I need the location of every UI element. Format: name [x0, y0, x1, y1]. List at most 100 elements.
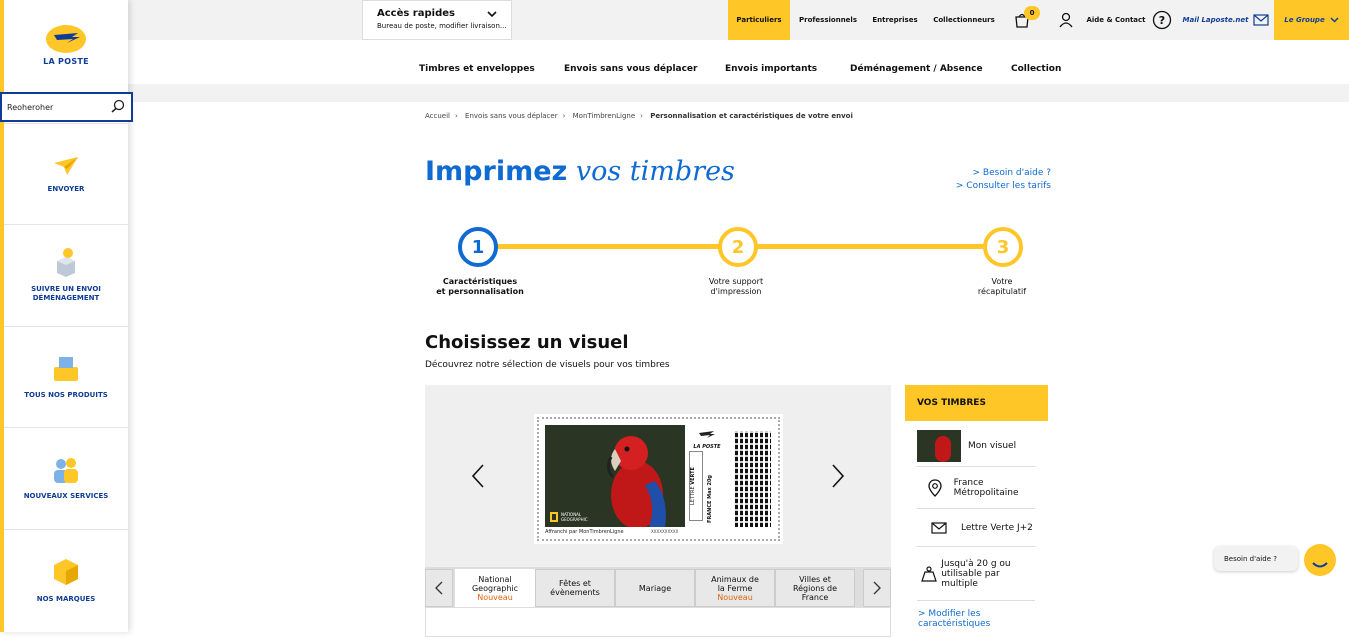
carousel-next-icon[interactable]	[831, 463, 845, 489]
account-button[interactable]	[1052, 0, 1080, 40]
parcel-tracking-icon	[57, 248, 75, 277]
chevron-right-icon	[873, 581, 881, 595]
tabs-prev-button[interactable]	[425, 569, 453, 607]
search-placeholder: Reoheroher	[7, 102, 54, 112]
sidebar-item-marques[interactable]: NOS MARQUES	[4, 529, 128, 630]
main-nav: Timbres et enveloppes Envois sans vous d…	[128, 54, 1349, 84]
parrot-image: NATIONAL GEOGRAPHIC	[545, 425, 685, 529]
tab-villes[interactable]: Villes et Régions de France	[775, 569, 855, 607]
step-2-label: Votre support d'impression	[686, 277, 786, 297]
recap-weight-label: Jusqu'à 20 g ou utilisable par multiple	[941, 558, 1011, 589]
chevron-left-icon	[435, 581, 443, 595]
tab-label: National Geographic	[471, 574, 519, 593]
breadcrumb-envois[interactable]: Envois sans vous déplacer	[465, 112, 558, 120]
recap-panel: VOS TIMBRES Mon visuel France Métropolit…	[905, 385, 1048, 632]
recap-visual-label: Mon visuel	[968, 440, 1017, 451]
help-link[interactable]: > Besoin d'aide ?	[973, 168, 1051, 178]
step-2-line1: Votre support	[708, 277, 764, 286]
stamp-france: FRANCE Max 20g	[707, 475, 713, 523]
nav-envois-importants[interactable]: Envois importants	[725, 64, 817, 74]
carousel-prev-icon[interactable]	[471, 463, 485, 489]
tab-new-badge: Nouveau	[717, 592, 753, 602]
tab-fetes[interactable]: Fêtes et évènements	[535, 569, 615, 607]
category-tabs: National Geographic Nouveau Fêtes et évè…	[425, 567, 891, 607]
group-dropdown[interactable]: Le Groupe	[1274, 0, 1349, 40]
chevron-down-icon	[1330, 17, 1339, 23]
breadcrumb-montimbre[interactable]: MonTimbrenLigne	[573, 112, 636, 120]
recap-service: Lettre Verte J+2	[917, 509, 1035, 547]
page-title-italic: vos timbres	[575, 156, 735, 187]
quick-access-dropdown[interactable]: Accès rapides Bureau de poste, modifier …	[362, 0, 512, 40]
page-title-main: Imprimez	[425, 156, 568, 187]
la-poste-bird-icon	[46, 25, 86, 53]
tab-label: Mariage	[638, 583, 672, 593]
step-3-line2: récapitulatif	[977, 287, 1027, 296]
la-poste-logo[interactable]: LA POSTE	[4, 0, 128, 90]
step-3-line1: Votre	[991, 277, 1013, 286]
section-heading: Choisissez un visuel	[425, 332, 629, 353]
weight-icon	[921, 565, 937, 582]
recap-title: VOS TIMBRES	[905, 385, 1048, 421]
step-1-line2: et personnalisation	[436, 287, 524, 296]
breadcrumb-accueil[interactable]: Accueil	[425, 112, 450, 120]
tab-animaux[interactable]: Animaux de la Ferme Nouveau	[695, 569, 775, 607]
step-3-label: Votre récapitulatif	[952, 277, 1052, 297]
box-icon	[54, 558, 78, 585]
recap-service-label: Lettre Verte J+2	[961, 522, 1033, 533]
smile-icon	[1312, 562, 1328, 568]
step-1-circle: 1	[458, 227, 498, 267]
people-icon	[54, 457, 78, 483]
sidebar-item-services[interactable]: NOUVEAUX SERVICES	[4, 427, 128, 528]
paper-plane-icon	[54, 156, 78, 175]
recap-visual: Mon visuel	[917, 425, 1035, 467]
mail-icon	[1253, 14, 1270, 26]
visual-grid-area	[425, 607, 891, 637]
nav-timbres[interactable]: Timbres et enveloppes	[419, 64, 535, 74]
tab-label: Villes et Régions de France	[792, 574, 838, 602]
help-contact-link[interactable]: Aide & Contact ?	[1086, 0, 1172, 40]
sidebar-item-label: SUIVRE UN ENVOI DÉMÉNAGEMENT	[31, 285, 101, 302]
datamatrix-code	[735, 431, 771, 527]
national-geographic-logo	[550, 512, 558, 522]
basket-icon	[54, 356, 78, 381]
search-icon[interactable]	[111, 99, 125, 113]
cart-button[interactable]: 0	[1002, 0, 1042, 40]
tab-new-badge: Nouveau	[477, 592, 513, 602]
sidebar-item-label: NOS MARQUES	[36, 594, 96, 603]
tabs-next-button[interactable]	[863, 569, 891, 607]
sidebar-item-label: TOUS NOS PRODUITS	[24, 390, 108, 399]
section-subheading: Découvrez notre sélection de visuels pou…	[425, 360, 670, 370]
segment-professionnels[interactable]: Professionnels	[796, 0, 860, 40]
nav-demenagement[interactable]: Déménagement / Absence	[850, 64, 983, 74]
mail-laposte-link[interactable]: Mail Laposte.net	[1182, 0, 1270, 40]
segment-particuliers[interactable]: Particuliers	[728, 0, 790, 40]
tab-mariage[interactable]: Mariage	[615, 569, 695, 607]
sidebar-item-envoyer[interactable]: ENVOYER	[4, 123, 128, 224]
chatbot-avatar-icon[interactable]	[1304, 544, 1336, 576]
breadcrumb: Accueil › Envois sans vous déplacer › MonT…	[425, 112, 853, 120]
nav-collection[interactable]: Collection	[1011, 64, 1061, 74]
sidebar-item-label: ENVOYER	[47, 184, 85, 193]
question-icon: ?	[1152, 10, 1171, 30]
sidebar-item-suivre[interactable]: SUIVRE UN ENVOI DÉMÉNAGEMENT	[4, 224, 128, 325]
group-label: Le Groupe	[1284, 16, 1325, 24]
stamp-footer: Affranchi par MonTimbrenLigne	[545, 529, 624, 535]
stamp-lettre-box: LETTRE VERTE	[689, 451, 703, 521]
step-3-circle: 3	[983, 227, 1023, 267]
recap-destination-label: France Métropolitaine	[953, 477, 1019, 498]
search-input[interactable]: Reoheroher	[0, 92, 133, 122]
visual-carousel: NATIONAL GEOGRAPHIC Affranchi par MonTim…	[425, 385, 891, 637]
recap-weight: Jusqu'à 20 g ou utilisable par multiple	[917, 547, 1035, 601]
modify-link[interactable]: > Modifier les caractéristiques	[918, 609, 1048, 629]
help-chat-bubble[interactable]: Besoin d'aide ?	[1214, 546, 1298, 571]
cart-count-badge: 0	[1024, 6, 1040, 20]
segment-entreprises[interactable]: Entreprises	[866, 0, 924, 40]
tarifs-link[interactable]: > Consulter les tarifs	[956, 181, 1051, 191]
nav-envois-sans-deplacer[interactable]: Envois sans vous déplacer	[564, 64, 697, 74]
page-title: Imprimez vos timbres	[425, 156, 735, 187]
tab-national-geographic[interactable]: National Geographic Nouveau	[455, 569, 535, 607]
sidebar-item-produits[interactable]: TOUS NOS PRODUITS	[4, 326, 128, 427]
svg-text:?: ?	[1158, 14, 1164, 27]
segment-collectionneurs[interactable]: Collectionneurs	[930, 0, 998, 40]
stamp-brand-text: LA POSTE	[693, 444, 721, 450]
